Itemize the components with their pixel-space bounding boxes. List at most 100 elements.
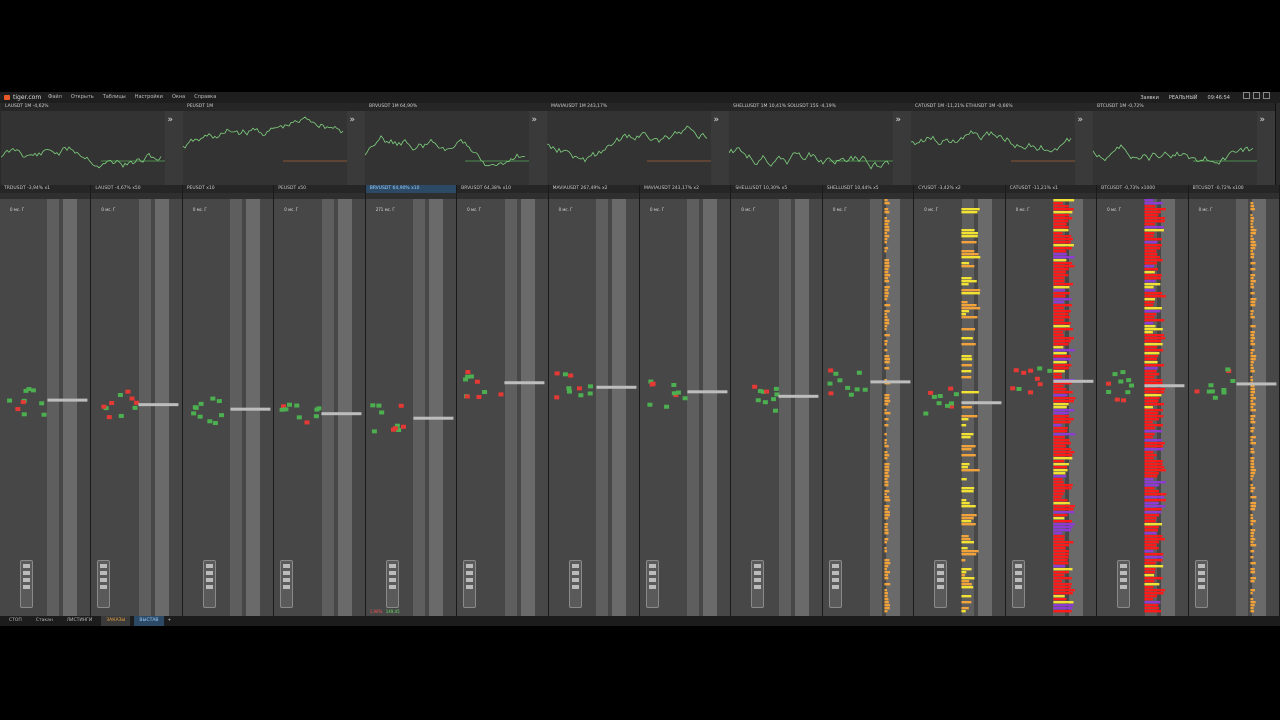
latency-status: 271 мс. Г [375, 207, 395, 212]
expand-chevron-icon[interactable]: » [895, 115, 901, 125]
orderbook-pane[interactable]: MAVIAUSDT 267,49% x2 0 мс. Г [548, 185, 640, 616]
orderbook-pane[interactable]: BRVUSDT 64,90% x10 271 мс. Г 1,98% 149,45 [365, 185, 458, 616]
expand-chevron-icon[interactable]: » [531, 115, 537, 125]
mini-chart-line [1093, 144, 1257, 165]
pane-title[interactable]: MAVIAUSDT 267,49% x2 [548, 185, 639, 193]
mini-chart[interactable]: PEUSDT 1M » [183, 103, 366, 185]
menu-file[interactable]: Файл [48, 92, 62, 103]
tab-stop[interactable]: СТОП [4, 616, 27, 626]
tab-orderbook[interactable]: Стакан [31, 616, 58, 626]
orderbook-levels [101, 389, 179, 420]
main-menu: Файл Открыть Таблицы Настройки Окна Спра… [48, 92, 216, 103]
pane-title[interactable]: BTCUSDT -0,73% x1000 [1097, 185, 1188, 193]
brand-name: tiger.com [13, 94, 42, 101]
pane-title[interactable]: BRVUSDT 64,38% x10 [457, 185, 548, 193]
orderbook-pane[interactable]: MAVIAUSDT 243,17% x2 0 мс. Г [640, 185, 732, 616]
expand-chevron-icon[interactable]: » [167, 115, 173, 125]
orderbook-pane[interactable]: BTCUSDT -0,72% x100 0 мс. Г [1188, 185, 1280, 616]
mini-chart[interactable]: CATUSDT 1M -11,21% ETHUSDT 1M -0,66% » [911, 103, 1094, 185]
mini-chart[interactable]: LAUSDT 1M -4,62% » [1, 103, 184, 185]
orderbook-pane[interactable]: TRDUSDT -3,94% x1 0 мс. Г [0, 185, 92, 616]
pane-title[interactable]: BRVUSDT 64,90% x10 [365, 185, 457, 193]
tab-placed[interactable]: ВЫСТАВ [134, 616, 164, 626]
tiger-logo-icon [4, 95, 10, 100]
latency-status: 0 мс. Г [467, 207, 482, 212]
pane-title[interactable]: CATUSDT -11,21% x1 [1005, 185, 1097, 193]
menu-help[interactable]: Справка [194, 92, 216, 103]
expand-chevron-icon[interactable]: » [713, 115, 719, 125]
orderbook-panes-row: TRDUSDT -3,94% x1 0 мс. Г LAUSDT -4,67% x5… [0, 185, 1280, 616]
pane-title[interactable]: SHELLUSDT 10,30% x5 [731, 185, 822, 193]
mini-chart-title: MAVIAUSDT 1M 243,17% [551, 104, 608, 109]
clock: 09:46:54 [1207, 94, 1230, 101]
orderbook-levels [827, 199, 911, 613]
pane-title[interactable]: CYUSDT -3,42% x2 [914, 185, 1005, 193]
mini-chart[interactable]: SHELLUSDT 1M 10,41% SOLUSDT 15S -4,19% » [729, 103, 912, 185]
latency-status: 0 мс. Г [558, 207, 573, 212]
maximize-icon[interactable] [1253, 92, 1260, 99]
orderbook-pane[interactable]: LAUSDT -4,67% x50 0 мс. Г [91, 185, 183, 616]
mini-chart-title: PEUSDT 1M [187, 104, 214, 109]
volume-selector[interactable] [1011, 560, 1025, 608]
mini-chart[interactable]: BRVUSDT 1M 64,90% » [365, 103, 548, 185]
menu-open[interactable]: Открыть [71, 92, 94, 103]
volume-selector[interactable] [280, 560, 294, 608]
menu-windows[interactable]: Окна [172, 92, 185, 103]
orderbook-pane[interactable]: SHELLUSDT 10,44% x5 0 мс. Г [822, 185, 915, 616]
expand-chevron-icon[interactable]: » [349, 115, 355, 125]
pane-title[interactable]: SHELLUSDT 10,44% x5 [822, 185, 914, 193]
volume-selector[interactable] [1194, 560, 1208, 608]
orderbook-pane[interactable]: SHELLUSDT 10,30% x5 0 мс. Г [731, 185, 823, 616]
volume-selector[interactable] [463, 560, 477, 608]
mini-chart-line [365, 135, 529, 167]
mini-chart-line [1, 146, 165, 169]
menu-bar: tiger.com Файл Открыть Таблицы Настройки… [0, 92, 1280, 103]
orders-button[interactable]: Заявки [1140, 93, 1159, 104]
volume-selector[interactable] [1117, 560, 1131, 608]
orderbook-pane[interactable]: PEUSDT x10 0 мс. Г [182, 185, 275, 616]
orderbook-pane[interactable]: PEUSDT x50 0 мс. Г [274, 185, 366, 616]
latency-status: 0 мс. Г [1198, 207, 1213, 212]
pane-title[interactable]: LAUSDT -4,67% x50 [91, 185, 182, 193]
mini-charts-row: LAUSDT 1M -4,62%» PEUSDT 1M» BRVUSDT 1M 64… [0, 103, 1280, 185]
volume-selector[interactable] [568, 560, 582, 608]
volume-selector[interactable] [97, 560, 111, 608]
volume-selector[interactable] [828, 560, 842, 608]
pnl-percent: 1,98% [369, 609, 383, 614]
menu-tables[interactable]: Таблицы [103, 92, 126, 103]
orderbook-pane[interactable]: CYUSDT -3,42% x2 0 мс. Г [914, 185, 1006, 616]
pane-title[interactable]: PEUSDT x50 [274, 185, 365, 193]
volume-selector[interactable] [385, 560, 399, 608]
mini-chart[interactable]: MAVIAUSDT 1M 243,17% » [547, 103, 730, 185]
expand-chevron-icon[interactable]: » [1259, 115, 1265, 125]
mini-chart-title: LAUSDT 1M -4,62% [5, 104, 49, 109]
pane-title[interactable]: PEUSDT x10 [182, 185, 274, 193]
orderbook-levels [1194, 202, 1276, 613]
add-tab-button[interactable]: + [168, 616, 172, 626]
volume-selector[interactable] [646, 560, 659, 608]
orderbook-pane[interactable]: CATUSDT -11,21% x1 0 мс. Г [1005, 185, 1098, 616]
pane-title[interactable]: BTCUSDT -0,72% x100 [1188, 185, 1279, 193]
orderbook-pane[interactable]: BRVUSDT 64,38% x10 0 мс. Г [457, 185, 549, 616]
mini-chart-title: SHELLUSDT 1M 10,41% SOLUSDT 15S -4,19% [733, 104, 836, 109]
pane-title[interactable]: TRDUSDT -3,94% x1 [0, 185, 91, 193]
trading-terminal: tiger.com Файл Открыть Таблицы Настройки… [0, 92, 1280, 626]
account-mode-dropdown[interactable]: РЕАЛЬНЫЙ [1169, 93, 1198, 104]
orderbook-levels [1009, 199, 1094, 613]
expand-chevron-icon[interactable]: » [1077, 115, 1083, 125]
orderbook-pane[interactable]: BTCUSDT -0,73% x1000 0 мс. Г [1097, 185, 1189, 616]
volume-selector[interactable] [751, 560, 765, 608]
minimize-icon[interactable] [1243, 92, 1250, 99]
bottom-tabs: СТОП Стакан ЛИСТИНГИ ЗАКАЗЫ ВЫСТАВ + [0, 616, 1280, 626]
volume-selector[interactable] [202, 560, 216, 608]
tab-listings[interactable]: ЛИСТИНГИ [62, 616, 98, 626]
menu-settings[interactable]: Настройки [135, 92, 163, 103]
tab-orders[interactable]: ЗАКАЗЫ [101, 616, 131, 626]
volume-selector[interactable] [20, 560, 33, 608]
close-icon[interactable] [1263, 92, 1270, 99]
volume-selector[interactable] [934, 560, 948, 608]
latency-status: 0 мс. Г [10, 207, 25, 212]
latency-status: 0 мс. Г [741, 207, 756, 212]
pane-title[interactable]: MAVIAUSDT 243,17% x2 [640, 185, 731, 193]
mini-chart[interactable]: BTCUSDT 1M -0,72% » [1093, 103, 1276, 185]
